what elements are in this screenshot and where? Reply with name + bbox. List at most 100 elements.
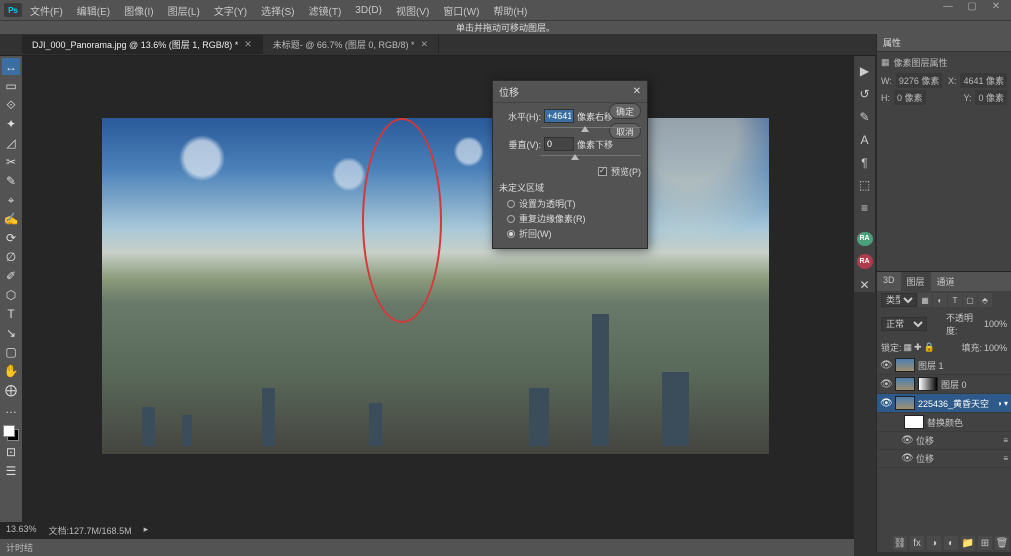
layer-thumb[interactable] [895,358,915,372]
document-tab-1[interactable]: DJI_000_Panorama.jpg @ 13.6% (图层 1, RGB/… [22,35,263,54]
edit-toolbar[interactable]: … [2,400,20,417]
foreground-color-swatch[interactable] [3,425,15,437]
blur-tool[interactable]: ⬡ [2,286,20,303]
link-layers-icon[interactable]: ⛓ [893,536,907,550]
filter-settings-icon[interactable]: ≡ [1003,436,1008,445]
visibility-icon[interactable]: 👁 [901,435,913,446]
move-tool[interactable]: ↔ [2,58,20,75]
menu-help[interactable]: 帮助(H) [487,1,533,20]
radio-wrap[interactable]: 折回(W) [507,227,641,240]
layer-row[interactable]: 👁 225436_黄昏天空 ◑ ▾ [877,394,1011,413]
eyedropper-tool[interactable]: ✂ [2,153,20,170]
layer-row[interactable]: 👁位移 ≡ [877,432,1011,450]
close-tab-icon[interactable]: ✕ [244,39,252,50]
canvas-area[interactable] [22,56,854,522]
shape-tool[interactable]: ▢ [2,343,20,360]
layer-row[interactable]: 替换颜色 [877,413,1011,432]
magic-wand-tool[interactable]: ✦ [2,115,20,132]
lock-position-icon[interactable]: ✚ [914,342,922,353]
pen-tool[interactable]: ↘ [2,324,20,341]
visibility-icon[interactable]: 👁 [880,379,892,390]
layer-mask-icon[interactable]: ◑ [927,536,941,550]
adjustments-icon[interactable]: ≡ [857,201,873,216]
layer-thumb[interactable] [895,377,915,391]
filter-pixel-icon[interactable]: ▦ [918,293,932,307]
menu-window[interactable]: 窗口(W) [437,1,485,20]
maximize-button[interactable]: ▢ [961,1,983,19]
hand-tool[interactable]: ✋ [2,362,20,379]
y-value[interactable]: 0 像素 [975,90,1007,105]
filter-mask-thumb[interactable] [904,415,924,429]
group-icon[interactable]: 📁 [961,536,975,550]
eraser-tool[interactable]: ∅ [2,248,20,265]
layer-thumb[interactable] [895,396,915,410]
swatches-icon[interactable]: ⬚ [857,178,873,193]
screen-mode-tool[interactable]: ☰ [2,462,20,479]
ra-badge-2[interactable]: RA [857,254,873,269]
layer-filter-type[interactable]: 类型 [881,293,917,307]
layer-mask-thumb[interactable] [918,377,938,391]
quick-mask-tool[interactable]: ⊡ [2,443,20,460]
character-icon[interactable]: A [857,132,873,147]
x-value[interactable]: 4641 像素 [960,73,1007,88]
menu-view[interactable]: 视图(V) [390,1,435,20]
chevron-right-icon[interactable]: ▸ [144,524,149,537]
layer-row[interactable]: 👁图层 1 [877,356,1011,375]
dialog-titlebar[interactable]: 位移 ✕ [493,81,647,103]
healing-brush-tool[interactable]: ✎ [2,172,20,189]
radio-transparent[interactable]: 设置为透明(T) [507,197,641,210]
play-icon[interactable]: ▶ [857,64,873,79]
brush-tool[interactable]: ⌖ [2,191,20,208]
menu-image[interactable]: 图像(I) [118,1,159,20]
layer-name[interactable]: 替换颜色 [927,416,963,429]
menu-type[interactable]: 文字(Y) [208,1,253,20]
ok-button[interactable]: 确定 [609,103,641,119]
delete-layer-icon[interactable]: 🗑 [995,536,1009,550]
tab-3d[interactable]: 3D [877,272,901,291]
layer-name[interactable]: 位移 [916,434,934,447]
gradient-tool[interactable]: ✐ [2,267,20,284]
horizontal-input[interactable] [544,109,574,123]
preview-checkbox[interactable]: 预览(P) [499,165,641,178]
crossed-tools-icon[interactable]: ✕ [857,277,873,292]
history-brush-tool[interactable]: ⟳ [2,229,20,246]
document-canvas[interactable] [102,118,769,454]
visibility-icon[interactable]: 👁 [880,360,892,371]
layer-name[interactable]: 225436_黄昏天空 [918,397,989,410]
layer-row[interactable]: 👁位移 ≡ [877,450,1011,468]
h-value[interactable]: 0 像素 [894,90,926,105]
fill-value[interactable]: 100% [984,343,1007,353]
menu-layer[interactable]: 图层(L) [162,1,206,20]
brush-preset-icon[interactable]: ✎ [857,110,873,125]
ra-badge-1[interactable]: RA [857,232,873,247]
visibility-icon[interactable]: 👁 [880,398,892,409]
filter-settings-icon[interactable]: ≡ [1003,454,1008,463]
marquee-tool[interactable]: ▭ [2,77,20,94]
layer-style-icon[interactable]: fx [910,536,924,550]
document-tab-2[interactable]: 未标题- @ 66.7% (图层 0, RGB/8) * ✕ [263,35,439,54]
paragraph-icon[interactable]: ¶ [857,155,873,170]
filter-smart-icon[interactable]: ⬘ [978,293,992,307]
layer-name[interactable]: 图层 0 [941,378,967,391]
close-tab-icon[interactable]: ✕ [420,39,428,50]
zoom-level[interactable]: 13.63% [6,524,37,537]
history-icon[interactable]: ↺ [857,87,873,102]
filter-type-icon[interactable]: T [948,293,962,307]
menu-file[interactable]: 文件(F) [24,1,69,20]
blend-mode-select[interactable]: 正常 [881,317,927,331]
layer-name[interactable]: 位移 [916,452,934,465]
zoom-tool[interactable]: ⨁ [2,381,20,398]
lasso-tool[interactable]: ⟐ [2,96,20,113]
menu-edit[interactable]: 编辑(E) [71,1,116,20]
crop-tool[interactable]: ◿ [2,134,20,151]
smart-filter-icon[interactable]: ◑ ▾ [997,399,1008,408]
adjustment-layer-icon[interactable]: ◐ [944,536,958,550]
vertical-input[interactable] [544,137,574,151]
new-layer-icon[interactable]: ⊞ [978,536,992,550]
menu-filter[interactable]: 滤镜(T) [303,1,348,20]
lock-all-icon[interactable]: 🔒 [924,342,935,353]
filter-shape-icon[interactable]: ▢ [963,293,977,307]
visibility-icon[interactable]: 👁 [901,453,913,464]
close-window-button[interactable]: ✕ [985,1,1007,19]
clone-stamp-tool[interactable]: ✍ [2,210,20,227]
